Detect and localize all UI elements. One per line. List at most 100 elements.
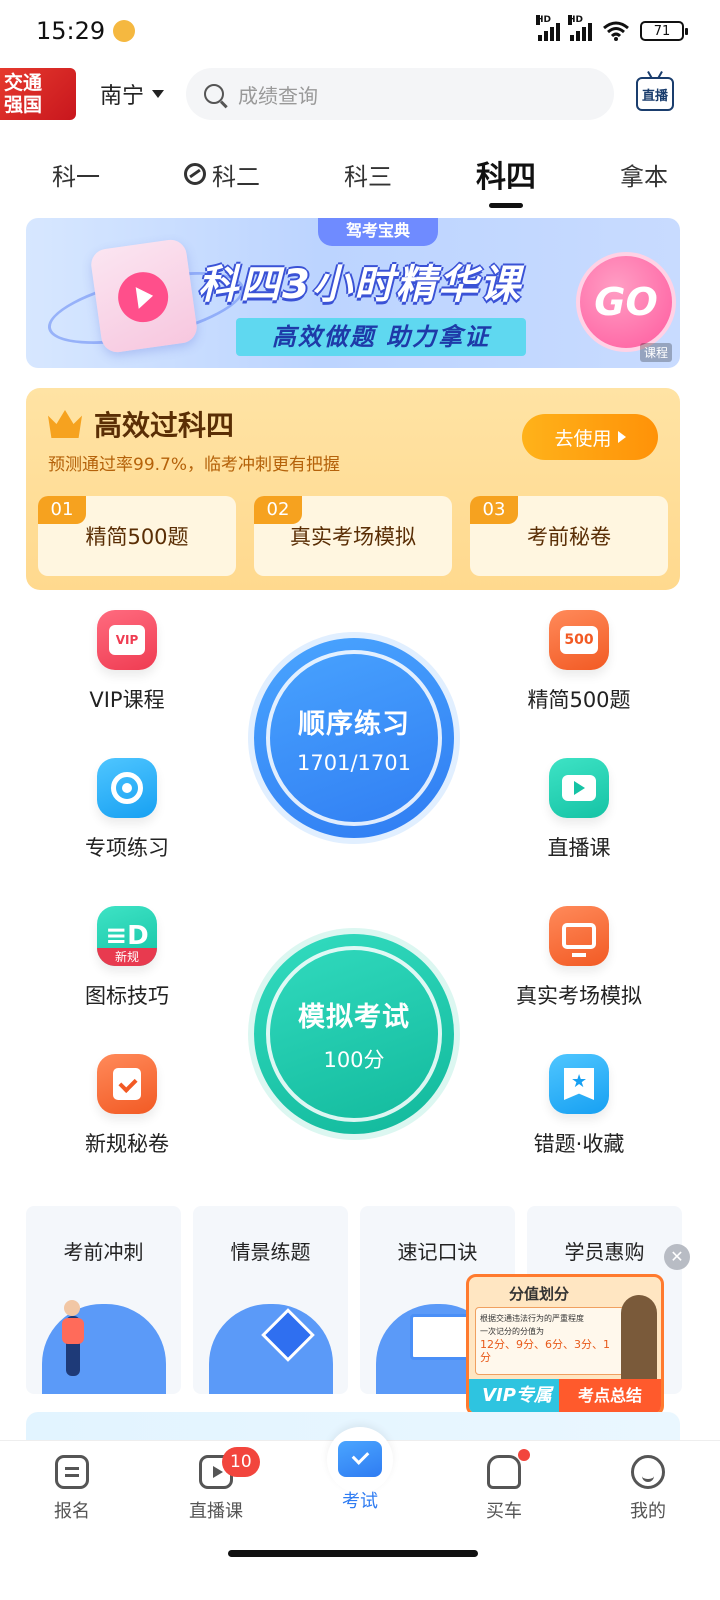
promo-item[interactable]: 01 精简500题 xyxy=(38,496,236,576)
status-bar: 15:29 HD HD 71 xyxy=(0,0,720,62)
exam-folder-icon xyxy=(338,1441,382,1477)
person-illustration xyxy=(62,1300,84,1376)
home-indicator[interactable] xyxy=(228,1550,478,1557)
nav-label: 买车 xyxy=(486,1501,522,1522)
logo-line: 强国 xyxy=(4,94,43,116)
close-floating-video-button[interactable]: ✕ xyxy=(664,1244,690,1270)
tab-subject-1[interactable]: 科一 xyxy=(52,157,100,192)
nav-label: 我的 xyxy=(630,1501,666,1522)
500-badge-text: 500 xyxy=(560,626,598,654)
clipboard-check-icon xyxy=(97,1054,157,1114)
feature-vip-course[interactable]: VIP VIP课程 xyxy=(47,610,207,714)
new-badge: 新规 xyxy=(97,948,157,966)
sequential-practice-progress: 1701/1701 xyxy=(297,750,411,775)
banner-go-button[interactable]: GO xyxy=(576,252,676,352)
tab-subject-4[interactable]: 科四 xyxy=(476,152,536,196)
caret-down-icon xyxy=(152,90,165,98)
promo-subtitle: 预测通过率99.7%，临考冲刺更有把握 xyxy=(48,455,341,475)
vip-badge-text: VIP xyxy=(109,625,145,655)
city-selector[interactable]: 南宁 xyxy=(100,78,165,110)
feature-special-practice[interactable]: 专项练习 xyxy=(47,758,207,862)
banner-subtitle: 高效做题 助力拿证 xyxy=(236,318,526,356)
promo-use-button[interactable]: 去使用 xyxy=(522,414,658,460)
card-title: 考前冲刺 xyxy=(63,1240,144,1264)
live-tv-button[interactable]: 直播 xyxy=(636,77,675,111)
video-slide-values: 12分、9分、6分、3分、1分 xyxy=(480,1338,610,1364)
tab-label: 科四 xyxy=(476,160,536,195)
course-banner[interactable]: 驾考宝典 科四3小时精华课 高效做题 助力拿证 GO 课程 xyxy=(26,218,680,368)
video-slide-content: 根据交通违法行为的严重程度 一次记分的分值为 12分、9分、6分、3分、1分 xyxy=(475,1307,625,1375)
nav-signup[interactable]: 报名 xyxy=(12,1455,132,1550)
nav-badge: 10 xyxy=(222,1447,260,1477)
nav-me[interactable]: 我的 xyxy=(588,1455,708,1550)
tab-subject-2[interactable]: 科二 xyxy=(184,157,260,192)
floating-video-player[interactable]: 分值划分 根据交通违法行为的严重程度 一次记分的分值为 12分、9分、6分、3分… xyxy=(466,1274,664,1416)
banner-ad-label: 课程 xyxy=(639,343,672,362)
status-time: 15:29 xyxy=(36,17,106,45)
bookmark-star-icon: ★ xyxy=(549,1054,609,1114)
play-icon xyxy=(114,268,172,326)
sequential-practice-inner: 顺序练习 1701/1701 xyxy=(266,650,442,826)
promo-items: 01 精简500题 02 真实考场模拟 03 考前秘卷 xyxy=(38,496,668,576)
card-pre-exam-sprint[interactable]: 考前冲刺 xyxy=(26,1206,181,1394)
feature-label: 专项练习 xyxy=(85,836,169,860)
feature-label: 精简500题 xyxy=(527,688,631,712)
tab-subject-3[interactable]: 科三 xyxy=(344,157,392,192)
banner-video-card xyxy=(89,237,199,355)
promo-item[interactable]: 03 考前秘卷 xyxy=(470,496,668,576)
app-logo[interactable]: 交通 强国 xyxy=(0,68,76,120)
feature-label: VIP课程 xyxy=(89,688,165,712)
nav-label: 直播课 xyxy=(189,1501,243,1522)
nav-live-course[interactable]: 直播课 10 xyxy=(156,1447,276,1550)
promo-item-number: 01 xyxy=(38,496,86,524)
feature-live-course[interactable]: 直播课 xyxy=(499,758,659,862)
logo-line: 交通 xyxy=(4,72,43,94)
search-icon xyxy=(204,84,225,104)
arrow-right-icon xyxy=(617,431,626,443)
video-slide-title: 分值划分 xyxy=(509,1285,570,1303)
vip-exclusive-badge: VIP专属 xyxy=(469,1379,565,1413)
star-icon: ★ xyxy=(571,1071,588,1092)
sign-tips-glyph: ≡D xyxy=(105,921,149,951)
feature-label: 真实考场模拟 xyxy=(516,984,642,1008)
mock-exam-score: 100分 xyxy=(323,1047,385,1072)
car-icon xyxy=(487,1455,521,1489)
nav-exam[interactable]: 考试 xyxy=(300,1427,420,1550)
card-title: 学员惠购 xyxy=(564,1240,645,1264)
crown-icon xyxy=(48,410,82,438)
target-icon xyxy=(97,758,157,818)
battery-icon: 71 xyxy=(640,21,688,41)
mock-exam-inner: 模拟考试 100分 xyxy=(266,946,442,1122)
header: 交通 强国 南宁 成绩查询 直播 xyxy=(0,66,720,122)
feature-mistakes-favorites[interactable]: ★ 错题·收藏 xyxy=(499,1054,659,1158)
search-input[interactable]: 成绩查询 xyxy=(186,68,615,120)
city-label: 南宁 xyxy=(100,84,145,109)
tab-label: 科三 xyxy=(344,162,392,191)
card-scenario-practice[interactable]: 情景练题 xyxy=(193,1206,348,1394)
document-icon xyxy=(55,1455,89,1489)
feature-practice-500[interactable]: 500 精简500题 xyxy=(499,610,659,714)
feature-new-rules-paper[interactable]: 新规秘卷 xyxy=(47,1054,207,1158)
feature-sign-tips[interactable]: ≡D 新规 图标技巧 xyxy=(47,906,207,1010)
clipboard-icon-inner xyxy=(113,1068,141,1100)
notification-dot xyxy=(518,1449,530,1461)
subject-tabs: 科一 科二 科三 科四 拿本 xyxy=(0,146,720,202)
promo-item-label: 真实考场模拟 xyxy=(290,525,416,549)
sequential-practice-button[interactable]: 顺序练习 1701/1701 xyxy=(254,638,454,838)
video-slide-line: 一次记分的分值为 xyxy=(480,1327,544,1336)
feature-label: 新规秘卷 xyxy=(85,1132,169,1156)
status-icons: HD HD 71 xyxy=(536,15,688,42)
video-icon-inner xyxy=(562,775,596,801)
wifi-icon xyxy=(603,21,629,41)
live-tv-label: 直播 xyxy=(642,88,669,104)
tab-get-license[interactable]: 拿本 xyxy=(620,157,668,192)
nav-label: 考试 xyxy=(342,1491,378,1512)
mock-exam-button[interactable]: 模拟考试 100分 xyxy=(254,934,454,1134)
card-illustration xyxy=(209,1304,333,1394)
feature-real-exam-sim[interactable]: 真实考场模拟 xyxy=(499,906,659,1010)
globe-icon xyxy=(184,163,206,185)
tab-label: 科一 xyxy=(52,162,100,191)
promo-item[interactable]: 02 真实考场模拟 xyxy=(254,496,452,576)
target-icon-inner xyxy=(111,772,143,804)
nav-buy-car[interactable]: 买车 xyxy=(444,1449,564,1550)
